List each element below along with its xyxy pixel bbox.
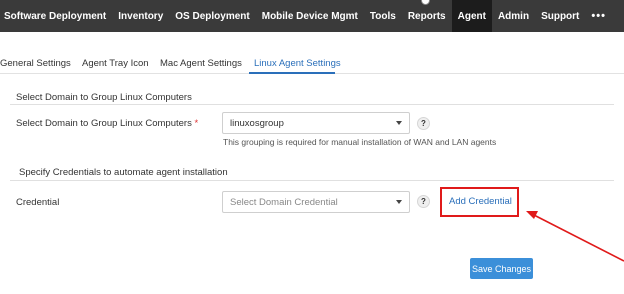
settings-tabs: General Settings Agent Tray Icon Mac Age… xyxy=(0,52,624,74)
annotation-arrow-icon xyxy=(526,211,624,262)
credential-label: Credential xyxy=(16,197,60,208)
nav-agent[interactable]: Agent xyxy=(451,0,492,32)
tab-agent-tray-icon[interactable]: Agent Tray Icon xyxy=(82,58,149,69)
section-divider xyxy=(10,180,614,181)
nav-os-deployment[interactable]: OS Deployment xyxy=(169,0,255,32)
nav-software-deployment[interactable]: Software Deployment xyxy=(0,0,112,32)
credential-select[interactable]: Select Domain Credential xyxy=(222,191,410,213)
top-nav: Software Deployment Inventory OS Deploym… xyxy=(0,0,624,32)
save-changes-button[interactable]: Save Changes xyxy=(470,258,533,279)
nav-support[interactable]: Support xyxy=(535,0,585,32)
help-icon[interactable]: ? xyxy=(417,195,430,208)
more-menu-icon[interactable]: ••• xyxy=(585,0,612,32)
domain-group-select-value: linuxosgroup xyxy=(230,117,284,129)
nav-inventory[interactable]: Inventory xyxy=(112,0,169,32)
domain-group-label-text: Select Domain to Group Linux Computers xyxy=(16,118,192,129)
domain-group-select[interactable]: linuxosgroup xyxy=(222,112,410,134)
active-tab-indicator xyxy=(249,72,335,74)
section-divider xyxy=(10,104,614,105)
credential-select-placeholder: Select Domain Credential xyxy=(230,196,338,208)
domain-group-hint: This grouping is required for manual ins… xyxy=(223,137,497,147)
tab-linux-agent-settings[interactable]: Linux Agent Settings xyxy=(254,58,341,69)
credential-section-title: Specify Credentials to automate agent in… xyxy=(19,167,228,178)
domain-group-label: Select Domain to Group Linux Computers * xyxy=(16,118,198,129)
arrow-shaft xyxy=(531,213,624,262)
required-mark: * xyxy=(194,118,199,129)
tab-mac-agent-settings[interactable]: Mac Agent Settings xyxy=(160,58,242,69)
nav-mobile-device-mgmt[interactable]: Mobile Device Mgmt xyxy=(256,0,364,32)
chevron-down-icon xyxy=(396,121,402,125)
domain-section-title: Select Domain to Group Linux Computers xyxy=(16,92,192,103)
chevron-down-icon xyxy=(396,200,402,204)
help-icon[interactable]: ? xyxy=(417,117,430,130)
arrow-head xyxy=(526,211,538,219)
add-credential-link[interactable]: Add Credential xyxy=(449,196,512,207)
tab-general-settings[interactable]: General Settings xyxy=(0,58,71,69)
nav-admin[interactable]: Admin xyxy=(492,0,535,32)
nav-tools[interactable]: Tools xyxy=(364,0,402,32)
